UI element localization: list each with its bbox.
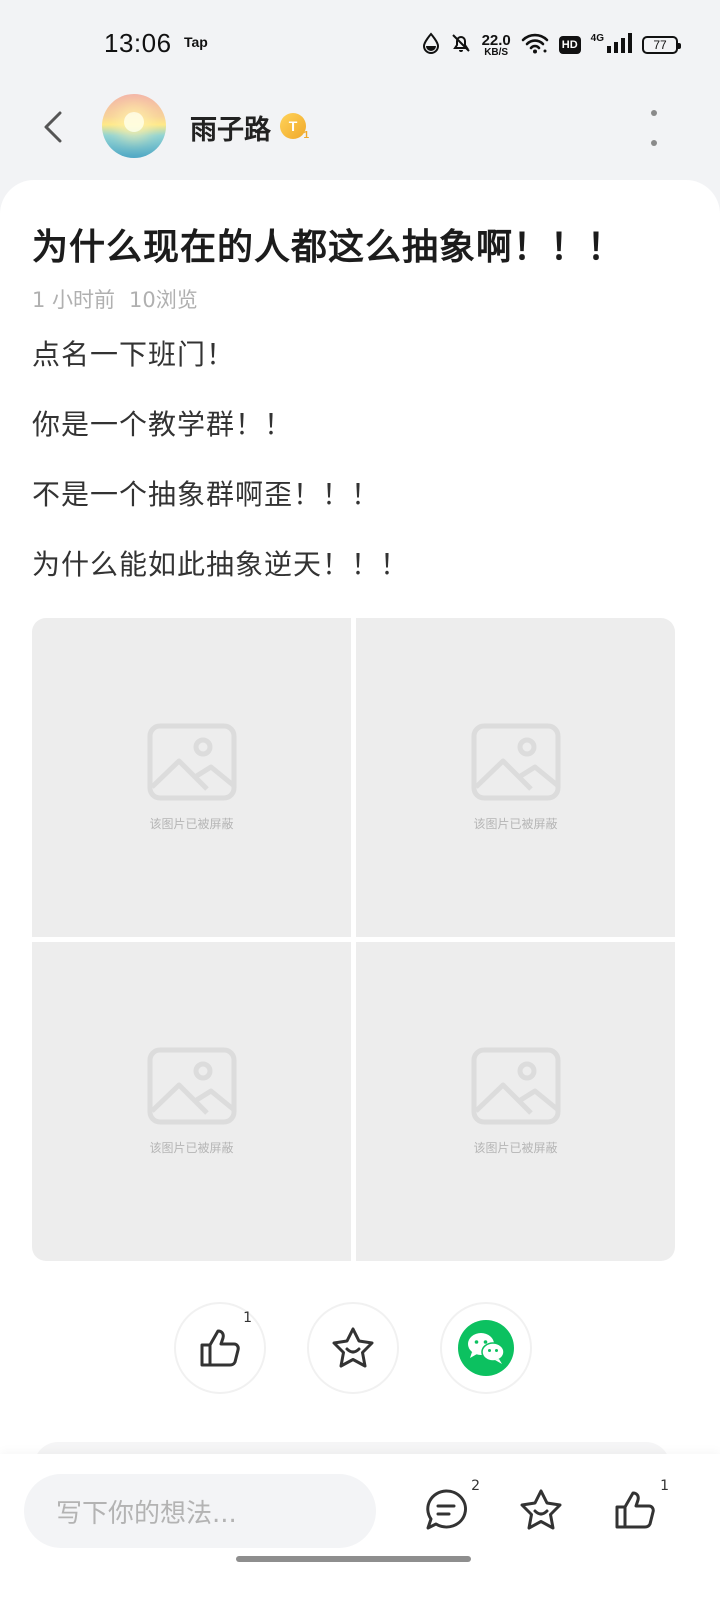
post-body: 点名一下班门！ 你是一个教学群！！ 不是一个抽象群啊歪！！！ 为什么能如此抽象逆… xyxy=(32,334,692,614)
comments-button[interactable]: 2 xyxy=(418,1478,480,1538)
battery-level: 77 xyxy=(653,38,667,52)
status-indicators: 22.0 KB/S HD 4G 77 xyxy=(422,30,681,60)
network-speed: 22.0 KB/S xyxy=(482,33,511,58)
like-count: 1 xyxy=(243,1310,252,1326)
avatar[interactable] xyxy=(102,94,166,158)
level-badge-letter: T xyxy=(288,118,298,134)
back-button[interactable] xyxy=(30,104,76,150)
comment-bubble-icon xyxy=(426,1489,467,1530)
blocked-image-label: 该图片已被屏蔽 xyxy=(473,817,558,831)
author-name[interactable]: 雨子路 xyxy=(190,108,271,147)
bottom-favorite-button[interactable] xyxy=(513,1482,569,1538)
share-wechat-button[interactable] xyxy=(440,1302,532,1394)
post-line: 不是一个抽象群啊歪！！！ xyxy=(32,478,381,511)
status-time: 13:06 xyxy=(104,28,172,58)
post-detail-screen: 13:06 Tap 22.0 KB/S HD 4G 77 雨子路 T 1 为什么… xyxy=(0,0,720,1600)
post-line: 为什么能如此抽象逆天！！！ xyxy=(32,548,410,581)
post-card: 为什么现在的人都这么抽象啊！！！ 1 小时前 10浏览 点名一下班门！ 你是一个… xyxy=(0,180,720,1600)
data-saver-icon xyxy=(422,32,440,58)
bottom-like-count: 1 xyxy=(660,1478,669,1494)
image-tile[interactable]: 该图片已被屏蔽 xyxy=(32,618,351,937)
comment-count: 2 xyxy=(471,1478,480,1494)
star-icon xyxy=(332,1327,374,1368)
more-dot-icon xyxy=(651,140,657,146)
battery-indicator: 77 xyxy=(642,36,681,54)
bottom-like-button[interactable]: 1 xyxy=(607,1478,669,1538)
blocked-image-label: 该图片已被屏蔽 xyxy=(149,1141,234,1155)
thumbs-up-icon xyxy=(200,1329,240,1367)
blocked-image-label: 该图片已被屏蔽 xyxy=(149,817,234,831)
home-indicator[interactable] xyxy=(236,1556,471,1562)
comment-input-placeholder: 写下你的想法... xyxy=(56,1498,237,1529)
chevron-left-icon xyxy=(44,111,62,143)
post-time: 1 小时前 xyxy=(32,288,116,312)
network-speed-unit: KB/S xyxy=(484,46,509,58)
post-line: 你是一个教学群！！ xyxy=(32,408,294,441)
post-meta: 1 小时前 10浏览 xyxy=(32,284,198,314)
post-line: 点名一下班门！ xyxy=(32,338,236,371)
post-action-row: 1 xyxy=(0,1302,720,1394)
bottom-action-bar: 写下你的想法... 2 1 xyxy=(0,1454,720,1600)
image-tile[interactable]: 该图片已被屏蔽 xyxy=(356,942,675,1261)
post-views: 10浏览 xyxy=(129,288,198,312)
image-placeholder-icon xyxy=(147,1047,236,1125)
like-button[interactable]: 1 xyxy=(174,1302,266,1394)
wechat-icon xyxy=(468,1333,505,1364)
comment-input[interactable]: 写下你的想法... xyxy=(24,1474,376,1548)
image-placeholder-icon xyxy=(147,723,236,801)
wifi-icon xyxy=(521,32,549,58)
image-grid: 该图片已被屏蔽 该图片已被屏蔽 该图片已被屏蔽 该图片已被屏蔽 xyxy=(32,618,675,1261)
signal-icon xyxy=(606,32,632,58)
post-title: 为什么现在的人都这么抽象啊！！！ xyxy=(32,227,625,268)
bell-muted-icon xyxy=(450,32,472,58)
network-speed-value: 22.0 xyxy=(481,31,511,49)
network-type-label: 4G xyxy=(590,32,604,44)
image-tile[interactable]: 该图片已被屏蔽 xyxy=(32,942,351,1261)
image-placeholder-icon xyxy=(471,1047,560,1125)
image-tile[interactable]: 该图片已被屏蔽 xyxy=(356,618,675,937)
thumbs-up-icon xyxy=(615,1491,655,1529)
more-dot-icon xyxy=(651,110,657,116)
status-app-label: Tap xyxy=(184,34,208,50)
star-icon xyxy=(520,1489,562,1530)
post-header: 雨子路 T xyxy=(0,90,720,180)
blocked-image-label: 该图片已被屏蔽 xyxy=(473,1141,558,1155)
favorite-button[interactable] xyxy=(307,1302,399,1394)
image-placeholder-icon xyxy=(471,723,560,801)
status-bar: 13:06 Tap 22.0 KB/S HD 4G 77 xyxy=(0,0,720,90)
more-options-button[interactable] xyxy=(644,110,664,146)
hd-voice-badge: HD xyxy=(558,36,581,54)
wechat-icon-circle xyxy=(458,1320,514,1376)
level-badge: T xyxy=(280,113,309,141)
